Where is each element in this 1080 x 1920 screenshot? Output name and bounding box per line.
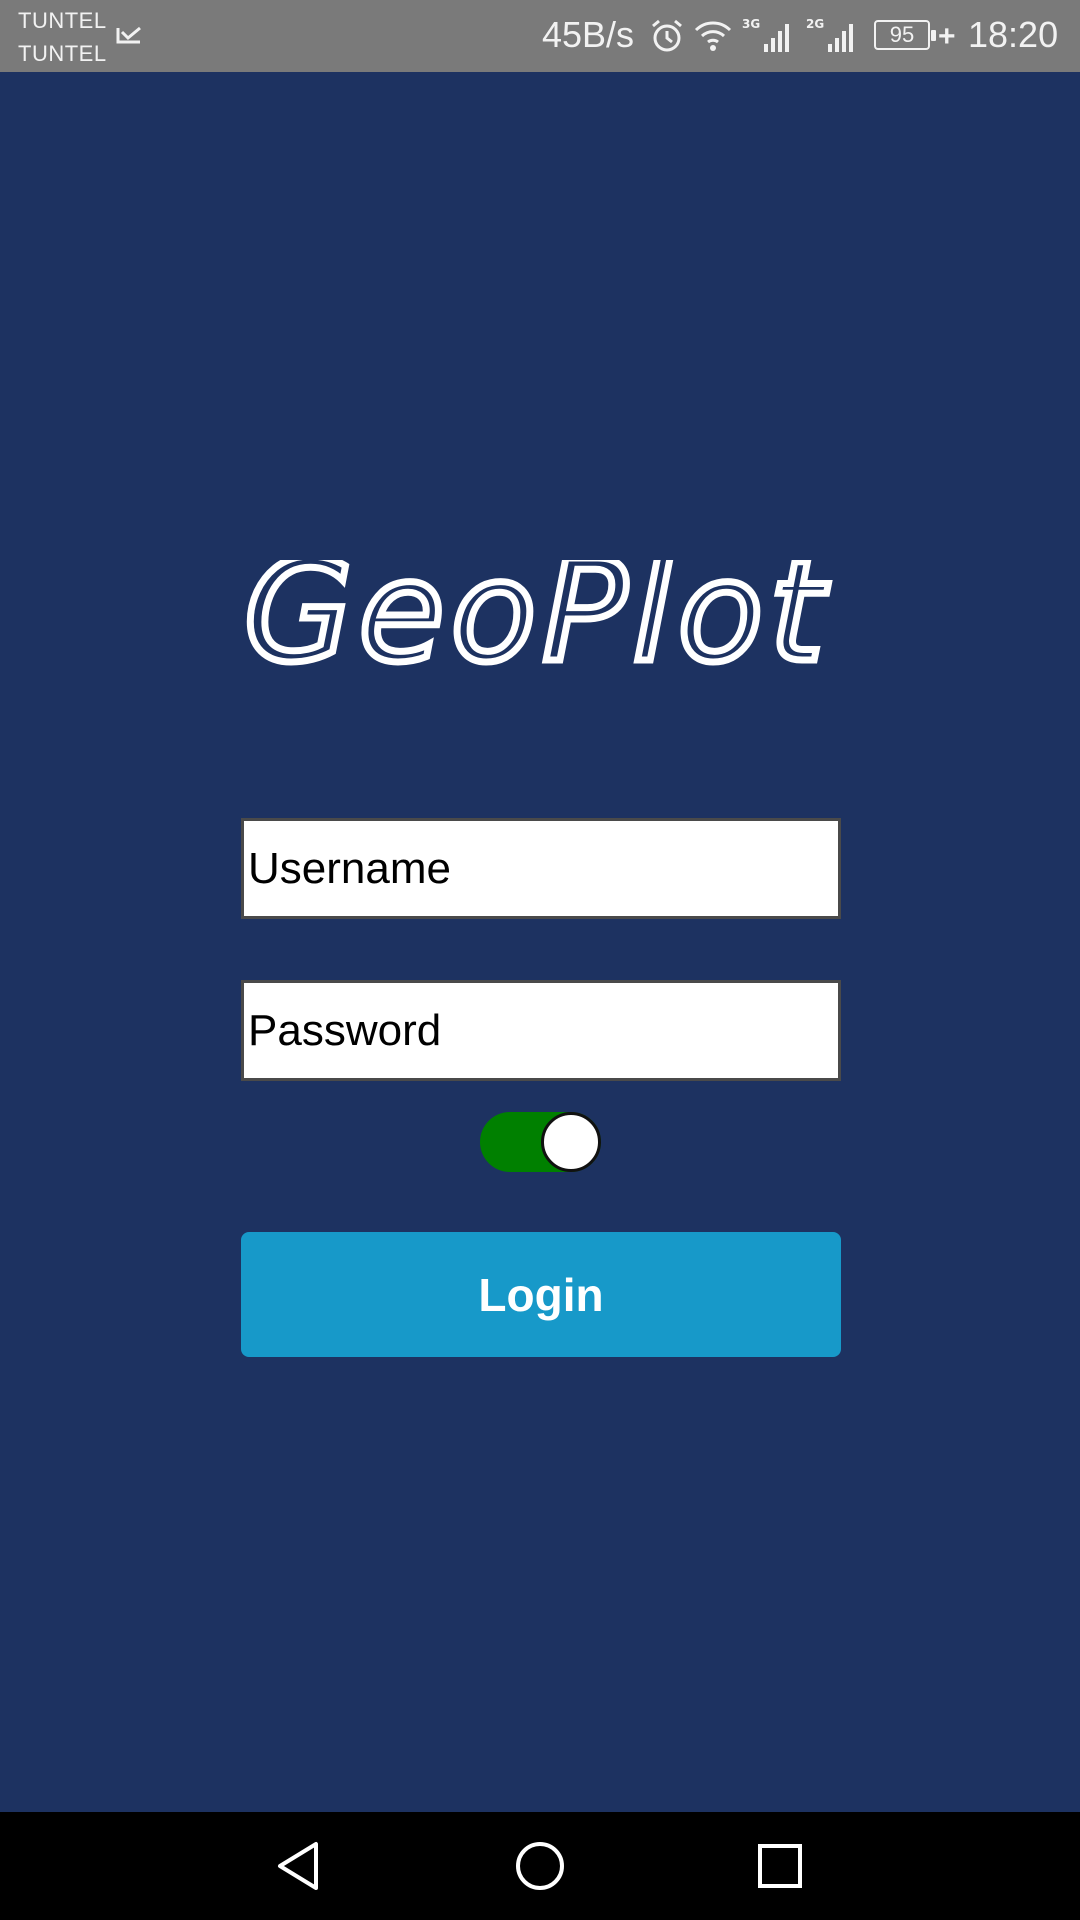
signal-3g-icon: 3G	[742, 17, 789, 52]
app-logo-text: GeoPlot	[244, 560, 830, 670]
carrier-data-icon	[116, 26, 141, 44]
alarm-icon	[652, 19, 682, 52]
toggle-knob	[541, 1112, 601, 1172]
clock: 18:20	[968, 14, 1059, 55]
carrier-name: TUNTEL	[18, 41, 107, 66]
battery-level: 95	[889, 22, 915, 47]
signal-2g-label: 2G	[806, 17, 824, 31]
username-field[interactable]	[241, 818, 841, 919]
battery-icon: 95	[874, 20, 936, 50]
password-field[interactable]	[241, 980, 841, 1081]
app-logo: GeoPlot	[241, 560, 830, 670]
wifi-icon	[694, 21, 732, 51]
recents-icon[interactable]	[746, 1832, 814, 1900]
status-bar: TUNTEL TUNTEL 45B/s 3G 2G 95 + 18:20	[0, 0, 1080, 72]
navigation-bar	[0, 1812, 1080, 1920]
remember-toggle[interactable]	[480, 1112, 601, 1172]
back-icon[interactable]	[266, 1832, 334, 1900]
login-screen: TUNTEL TUNTEL 45B/s 3G 2G 95 + 18:20 Geo…	[0, 0, 1080, 1920]
login-button[interactable]: Login	[241, 1232, 841, 1357]
carrier-name: TUNTEL	[18, 8, 107, 33]
signal-3g-label: 3G	[742, 17, 760, 31]
home-icon[interactable]	[506, 1832, 574, 1900]
network-speed: 45B/s	[542, 14, 635, 55]
signal-2g-icon: 2G	[806, 17, 853, 52]
charging-icon: +	[938, 20, 956, 53]
